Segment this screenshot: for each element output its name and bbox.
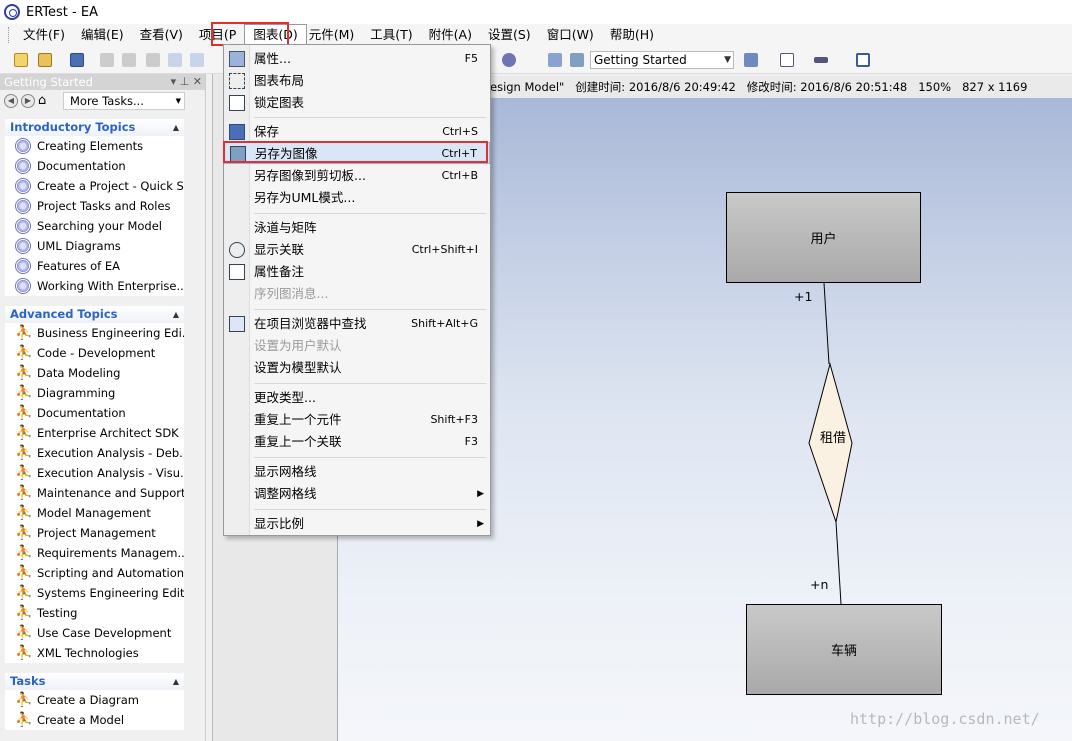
entity-vehicle[interactable]: 车辆 (746, 604, 942, 695)
menu-item-save-as-uml[interactable]: 另存为UML模式... (224, 187, 490, 209)
menu-item-repeat-connector[interactable]: 重复上一个关联 F3 (224, 431, 490, 453)
diagram-menu-dropdown: 属性... F5 图表布局 锁定图表 保存 Ctrl+S 另存为图像 Ctrl+T 另… (223, 44, 491, 536)
multiplicity-bottom: +n (810, 577, 829, 592)
menu-item-sequence-messages[interactable]: 序列图消息... (224, 283, 490, 305)
menu-item-find-in-browser[interactable]: 在项目浏览器中查找 Shift+Alt+G (224, 313, 490, 335)
layout-icon (229, 73, 245, 89)
menu-item-swimlanes[interactable]: 泳道与矩阵 (224, 217, 490, 239)
line-bottom (835, 521, 842, 605)
submenu-arrow-icon: ▶ (477, 519, 484, 529)
menu-item-show-relations[interactable]: 显示关联 Ctrl+Shift+I (224, 239, 490, 261)
submenu-arrow-icon: ▶ (477, 489, 484, 499)
menu-item-adjust-grid[interactable]: 调整网格线 ▶ (224, 483, 490, 505)
menu-item-repeat-element[interactable]: 重复上一个元件 Shift+F3 (224, 409, 490, 431)
lock-icon (229, 95, 245, 111)
menu-separator (254, 383, 486, 384)
multiplicity-top: +1 (794, 289, 813, 304)
watermark: http://blog.csdn.net/ (850, 710, 1040, 728)
menu-item-show-scale[interactable]: 显示比例 ▶ (224, 513, 490, 535)
find-icon (229, 316, 245, 332)
relations-icon (229, 242, 245, 258)
menu-separator (254, 213, 486, 214)
menu-item-save[interactable]: 保存 Ctrl+S (224, 121, 490, 143)
menu-item-save-to-clipboard[interactable]: 另存图像到剪切板... Ctrl+B (224, 165, 490, 187)
menu-item-set-user-default[interactable]: 设置为用户默认 (224, 335, 490, 357)
menu-item-set-model-default[interactable]: 设置为模型默认 (224, 357, 490, 379)
menu-item-lock[interactable]: 锁定图表 (224, 92, 490, 114)
menu-item-layout[interactable]: 图表布局 (224, 70, 490, 92)
menu-separator (254, 117, 486, 118)
relationship-label[interactable]: 租借 (820, 427, 846, 446)
properties-icon (229, 51, 245, 67)
menu-separator (254, 509, 486, 510)
save-icon (229, 124, 245, 140)
menu-separator (254, 457, 486, 458)
menu-item-change-type[interactable]: 更改类型... (224, 387, 490, 409)
save-as-image-highlight (223, 141, 488, 163)
menu-item-show-grid[interactable]: 显示网格线 (224, 461, 490, 483)
line-top (823, 282, 830, 365)
entity-user[interactable]: 用户 (726, 192, 921, 283)
menu-separator (254, 309, 486, 310)
notes-icon (229, 264, 245, 280)
menu-item-property-notes[interactable]: 属性备注 (224, 261, 490, 283)
menu-item-properties[interactable]: 属性... F5 (224, 48, 490, 70)
